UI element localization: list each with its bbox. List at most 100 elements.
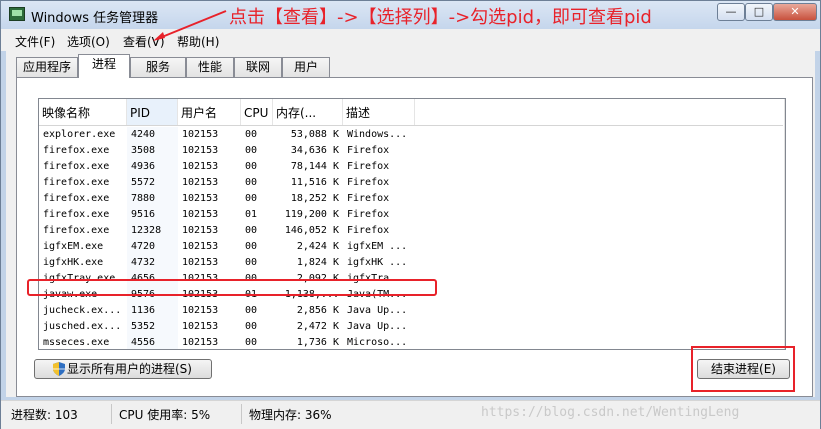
maximize-button[interactable]: □ [745, 3, 773, 21]
column-header-memory[interactable]: 内存(... [273, 99, 343, 125]
cell-description: Windows... [347, 129, 408, 140]
table-row[interactable]: firefox.exe 4936 102153 00 78,144 K Firefox [39, 159, 783, 175]
cell-username: 102153 [182, 177, 219, 188]
cell-image-name: firefox.exe [43, 177, 110, 188]
cell-cpu: 00 [245, 145, 258, 156]
menu-options[interactable]: 选项(O) [67, 33, 110, 50]
table-row[interactable]: firefox.exe 12328 102153 00 146,052 K Firefox [39, 223, 783, 239]
cell-memory: 2,856 K [296, 305, 339, 316]
cell-description: Firefox [347, 145, 390, 156]
vertical-scrollbar[interactable]: ▲ ▼ [784, 99, 786, 349]
tab-services[interactable]: 服务 [130, 57, 186, 77]
status-cpu-usage: CPU 使用率: 5% [119, 408, 211, 422]
cell-image-name: explorer.exe [43, 129, 116, 140]
cell-image-name: firefox.exe [43, 145, 110, 156]
menu-file[interactable]: 文件(F) [15, 33, 55, 50]
cell-username: 102153 [182, 305, 219, 316]
table-row[interactable]: firefox.exe 3508 102153 00 34,636 K Firefox [39, 143, 783, 159]
cell-description: Java Up... [347, 321, 408, 332]
column-header-row: 映像名称 PID 用户名 CPU 内存(... 描述 [39, 99, 783, 126]
cell-description: Firefox [347, 161, 390, 172]
table-row[interactable]: firefox.exe 7880 102153 00 18,252 K Firefox [39, 191, 783, 207]
cell-pid: 4720 [127, 239, 178, 255]
table-row[interactable]: msseces.exe 4556 102153 00 1,736 K Microso... [39, 335, 783, 349]
cell-pid: 4556 [127, 335, 178, 349]
table-row[interactable]: igfxHK.exe 4732 102153 00 1,824 K igfxHK ... [39, 255, 783, 271]
status-process-count: 进程数: 103 [11, 408, 78, 422]
cell-image-name: igfxEM.exe [43, 241, 104, 252]
watermark: https://blog.csdn.net/WentingLeng [481, 405, 740, 420]
cell-memory: 2,472 K [296, 321, 339, 332]
cell-cpu: 00 [245, 257, 258, 268]
column-header-pid[interactable]: PID [127, 99, 178, 125]
table-row[interactable]: explorer.exe 4240 102153 00 53,088 K Windows.… [39, 127, 783, 143]
cell-description: igfxEM ... [347, 241, 408, 252]
cell-username: 102153 [182, 193, 219, 204]
cell-image-name: firefox.exe [43, 225, 110, 236]
cell-username: 102153 [182, 161, 219, 172]
cell-pid: 4240 [127, 127, 178, 143]
column-header-image-name[interactable]: 映像名称 [39, 99, 127, 125]
cell-cpu: 01 [245, 209, 258, 220]
cell-username: 102153 [182, 145, 219, 156]
end-process-highlight-box [691, 346, 795, 392]
cell-cpu: 00 [245, 225, 258, 236]
cell-pid: 7880 [127, 191, 178, 207]
cell-username: 102153 [182, 209, 219, 220]
cell-username: 102153 [182, 241, 219, 252]
tab-networking[interactable]: 联网 [234, 57, 282, 77]
cell-description: igfxHK ... [347, 257, 408, 268]
column-header-description[interactable]: 描述 [343, 99, 415, 125]
cell-memory: 2,424 K [296, 241, 339, 252]
show-all-users-button[interactable]: 显示所有用户的进程(S) [34, 359, 212, 379]
cell-cpu: 00 [245, 129, 258, 140]
cell-cpu: 00 [245, 305, 258, 316]
close-button[interactable]: ✕ [773, 3, 817, 21]
cell-image-name: jusched.ex... [43, 321, 122, 332]
table-row[interactable]: jucheck.ex... 1136 102153 00 2,856 K Java Up.… [39, 303, 783, 319]
cell-username: 102153 [182, 129, 219, 140]
process-list-body: 映像名称 PID 用户名 CPU 内存(... 描述 explorer.exe 4… [39, 99, 783, 349]
cell-image-name: firefox.exe [43, 193, 110, 204]
cell-cpu: 00 [245, 177, 258, 188]
tab-processes[interactable]: 进程 [78, 54, 130, 78]
cell-memory: 11,516 K [290, 177, 339, 188]
menu-bar: 文件(F) 选项(O) 查看(V) 帮助(H) [1, 29, 820, 51]
javaw-highlight-box [27, 279, 437, 296]
cell-description: Firefox [347, 209, 390, 220]
cell-image-name: jucheck.ex... [43, 305, 122, 316]
cell-image-name: firefox.exe [43, 209, 110, 220]
scroll-up-arrow-icon[interactable]: ▲ [785, 99, 786, 116]
tab-users[interactable]: 用户 [282, 57, 330, 77]
cell-memory: 146,052 K [284, 225, 339, 236]
process-list[interactable]: 映像名称 PID 用户名 CPU 内存(... 描述 explorer.exe 4… [38, 98, 786, 350]
cell-pid: 4732 [127, 255, 178, 271]
cell-description: Microso... [347, 337, 408, 348]
tab-applications[interactable]: 应用程序 [16, 57, 78, 77]
table-row[interactable]: jusched.ex... 5352 102153 00 2,472 K Java Up.… [39, 319, 783, 335]
cell-pid: 3508 [127, 143, 178, 159]
cell-description: Firefox [347, 193, 390, 204]
annotation-arrow-icon [153, 10, 227, 41]
cell-username: 102153 [182, 225, 219, 236]
cell-cpu: 00 [245, 337, 258, 348]
cell-memory: 1,824 K [296, 257, 339, 268]
cell-cpu: 00 [245, 161, 258, 172]
window-title: Windows 任务管理器 [31, 11, 159, 26]
minimize-button[interactable]: — [717, 3, 745, 21]
column-header-username[interactable]: 用户名 [178, 99, 241, 125]
status-divider [111, 404, 112, 424]
task-manager-window: Windows 任务管理器 — □ ✕ 文件(F) 选项(O) 查看(V) 帮助… [0, 0, 821, 429]
table-row[interactable]: firefox.exe 9516 102153 01 119,200 K Firefox [39, 207, 783, 223]
cell-pid: 4936 [127, 159, 178, 175]
cell-username: 102153 [182, 321, 219, 332]
table-row[interactable]: igfxEM.exe 4720 102153 00 2,424 K igfxEM ... [39, 239, 783, 255]
column-header-cpu[interactable]: CPU [241, 99, 273, 125]
table-row[interactable]: firefox.exe 5572 102153 00 11,516 K Firefox [39, 175, 783, 191]
cell-image-name: firefox.exe [43, 161, 110, 172]
cell-pid: 1136 [127, 303, 178, 319]
cell-description: Java Up... [347, 305, 408, 316]
cell-cpu: 00 [245, 321, 258, 332]
tab-performance[interactable]: 性能 [186, 57, 234, 77]
status-divider [241, 404, 242, 424]
